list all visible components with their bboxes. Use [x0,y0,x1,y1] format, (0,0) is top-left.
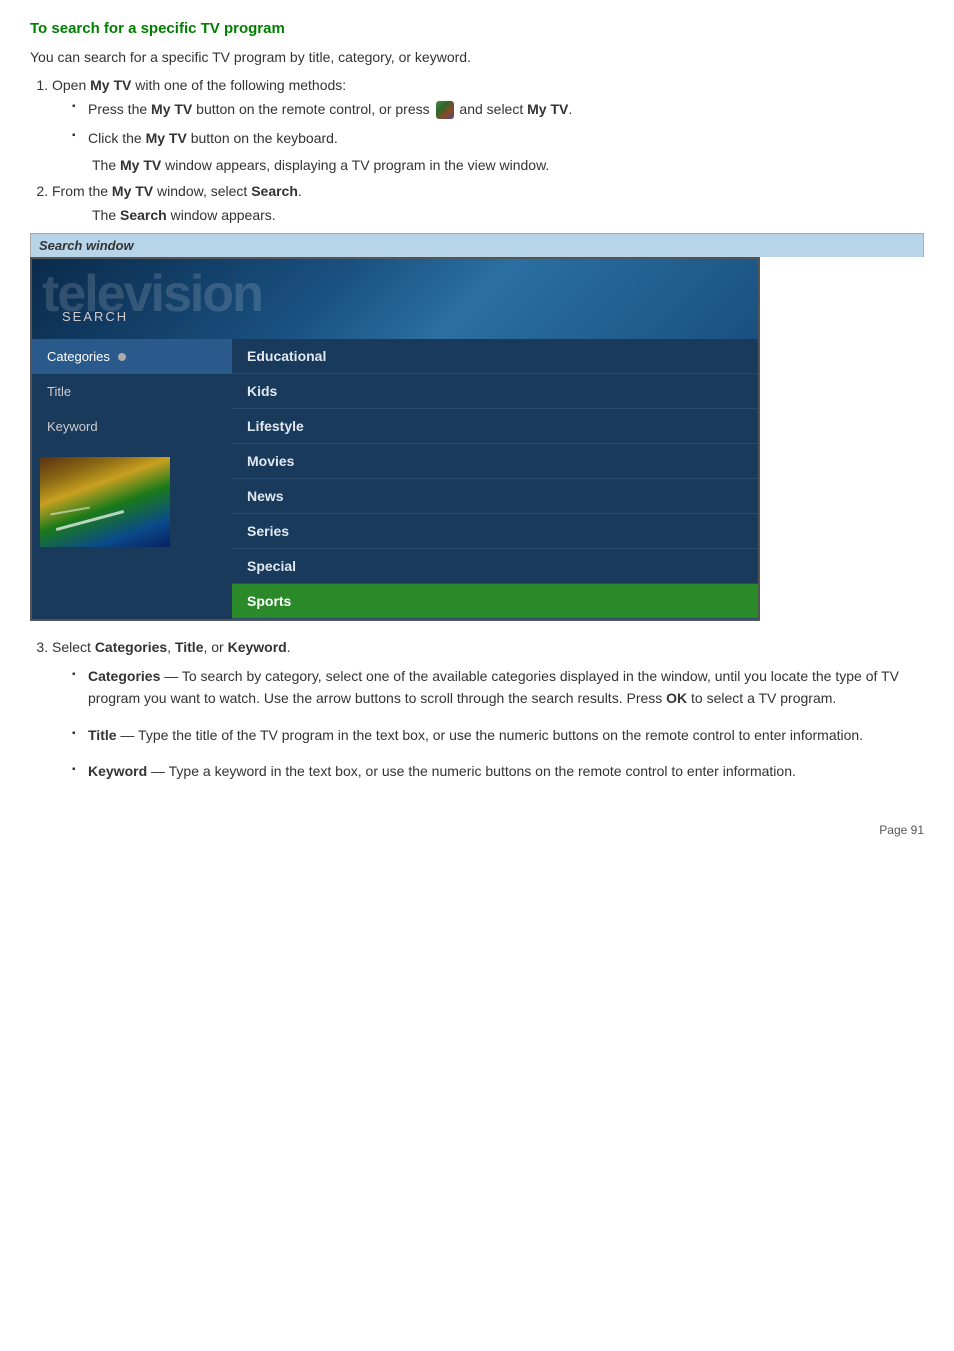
bullet-1: Press the My TV button on the remote con… [72,99,924,120]
left-panel: Categories Title Keyword [32,339,232,619]
step3-text: Select Categories, Title, or Keyword. [52,639,291,655]
bullet2-bold: My TV [146,130,187,146]
categories-label: Categories [47,349,110,364]
left-panel-keyword[interactable]: Keyword [32,409,232,444]
main-steps-list: Open My TV with one of the following met… [52,77,924,223]
search-window-label: Search window [30,233,924,257]
category-educational[interactable]: Educational [232,339,758,374]
left-panel-title[interactable]: Title [32,374,232,409]
step2-note: The Search window appears. [92,207,924,223]
desc-bullet-title: Title — Type the title of the TV program… [72,724,924,746]
category-sports[interactable]: Sports [232,584,758,619]
bullet1-end-bold: My TV [527,101,568,117]
step1-text: Open My TV with one of the following met… [52,77,346,93]
category-movies[interactable]: Movies [232,444,758,479]
step1-bold: My TV [90,77,131,93]
active-dot [118,353,126,361]
right-panel: Educational Kids Lifestyle Movies News S… [232,339,758,619]
page-number: Page 91 [879,823,924,837]
bullet-2: Click the My TV button on the keyboard. [72,128,924,149]
desc-bullet-keyword: Keyword — Type a keyword in the text box… [72,760,924,782]
page-title: To search for a specific TV program [30,20,924,37]
title-label: Title [47,384,71,399]
thumbnail-area [32,449,232,555]
category-lifestyle[interactable]: Lifestyle [232,409,758,444]
remote-icon [436,101,454,119]
step1-note: The My TV window appears, displaying a T… [92,157,924,173]
title-bold: Title [88,727,117,743]
main-steps-list-2: Select Categories, Title, or Keyword. Ca… [52,639,924,783]
step-3: Select Categories, Title, or Keyword. Ca… [52,639,924,783]
category-kids[interactable]: Kids [232,374,758,409]
category-news[interactable]: News [232,479,758,514]
search-label: SEARCH [62,309,128,324]
left-panel-categories[interactable]: Categories [32,339,232,374]
search-window: television SEARCH Categories Title Keywo… [30,257,760,621]
step-2: From the My TV window, select Search. Th… [52,183,924,223]
thumbnail-image [40,457,170,547]
desc-bullet-categories: Categories — To search by category, sele… [72,665,924,710]
search-body: Categories Title Keyword Educational Kid… [32,339,758,619]
keyword-bold: Keyword [88,763,147,779]
step1-bullets: Press the My TV button on the remote con… [72,99,924,149]
category-special[interactable]: Special [232,549,758,584]
search-header: television SEARCH [32,259,758,339]
cat-bold: Categories [88,668,160,684]
category-series[interactable]: Series [232,514,758,549]
page-footer: Page 91 [30,813,924,837]
step2-text: From the My TV window, select Search. [52,183,302,199]
step-1: Open My TV with one of the following met… [52,77,924,173]
step3-bullets: Categories — To search by category, sele… [72,665,924,783]
keyword-label: Keyword [47,419,98,434]
bullet1-bold: My TV [151,101,192,117]
intro-text: You can search for a specific TV program… [30,49,924,65]
